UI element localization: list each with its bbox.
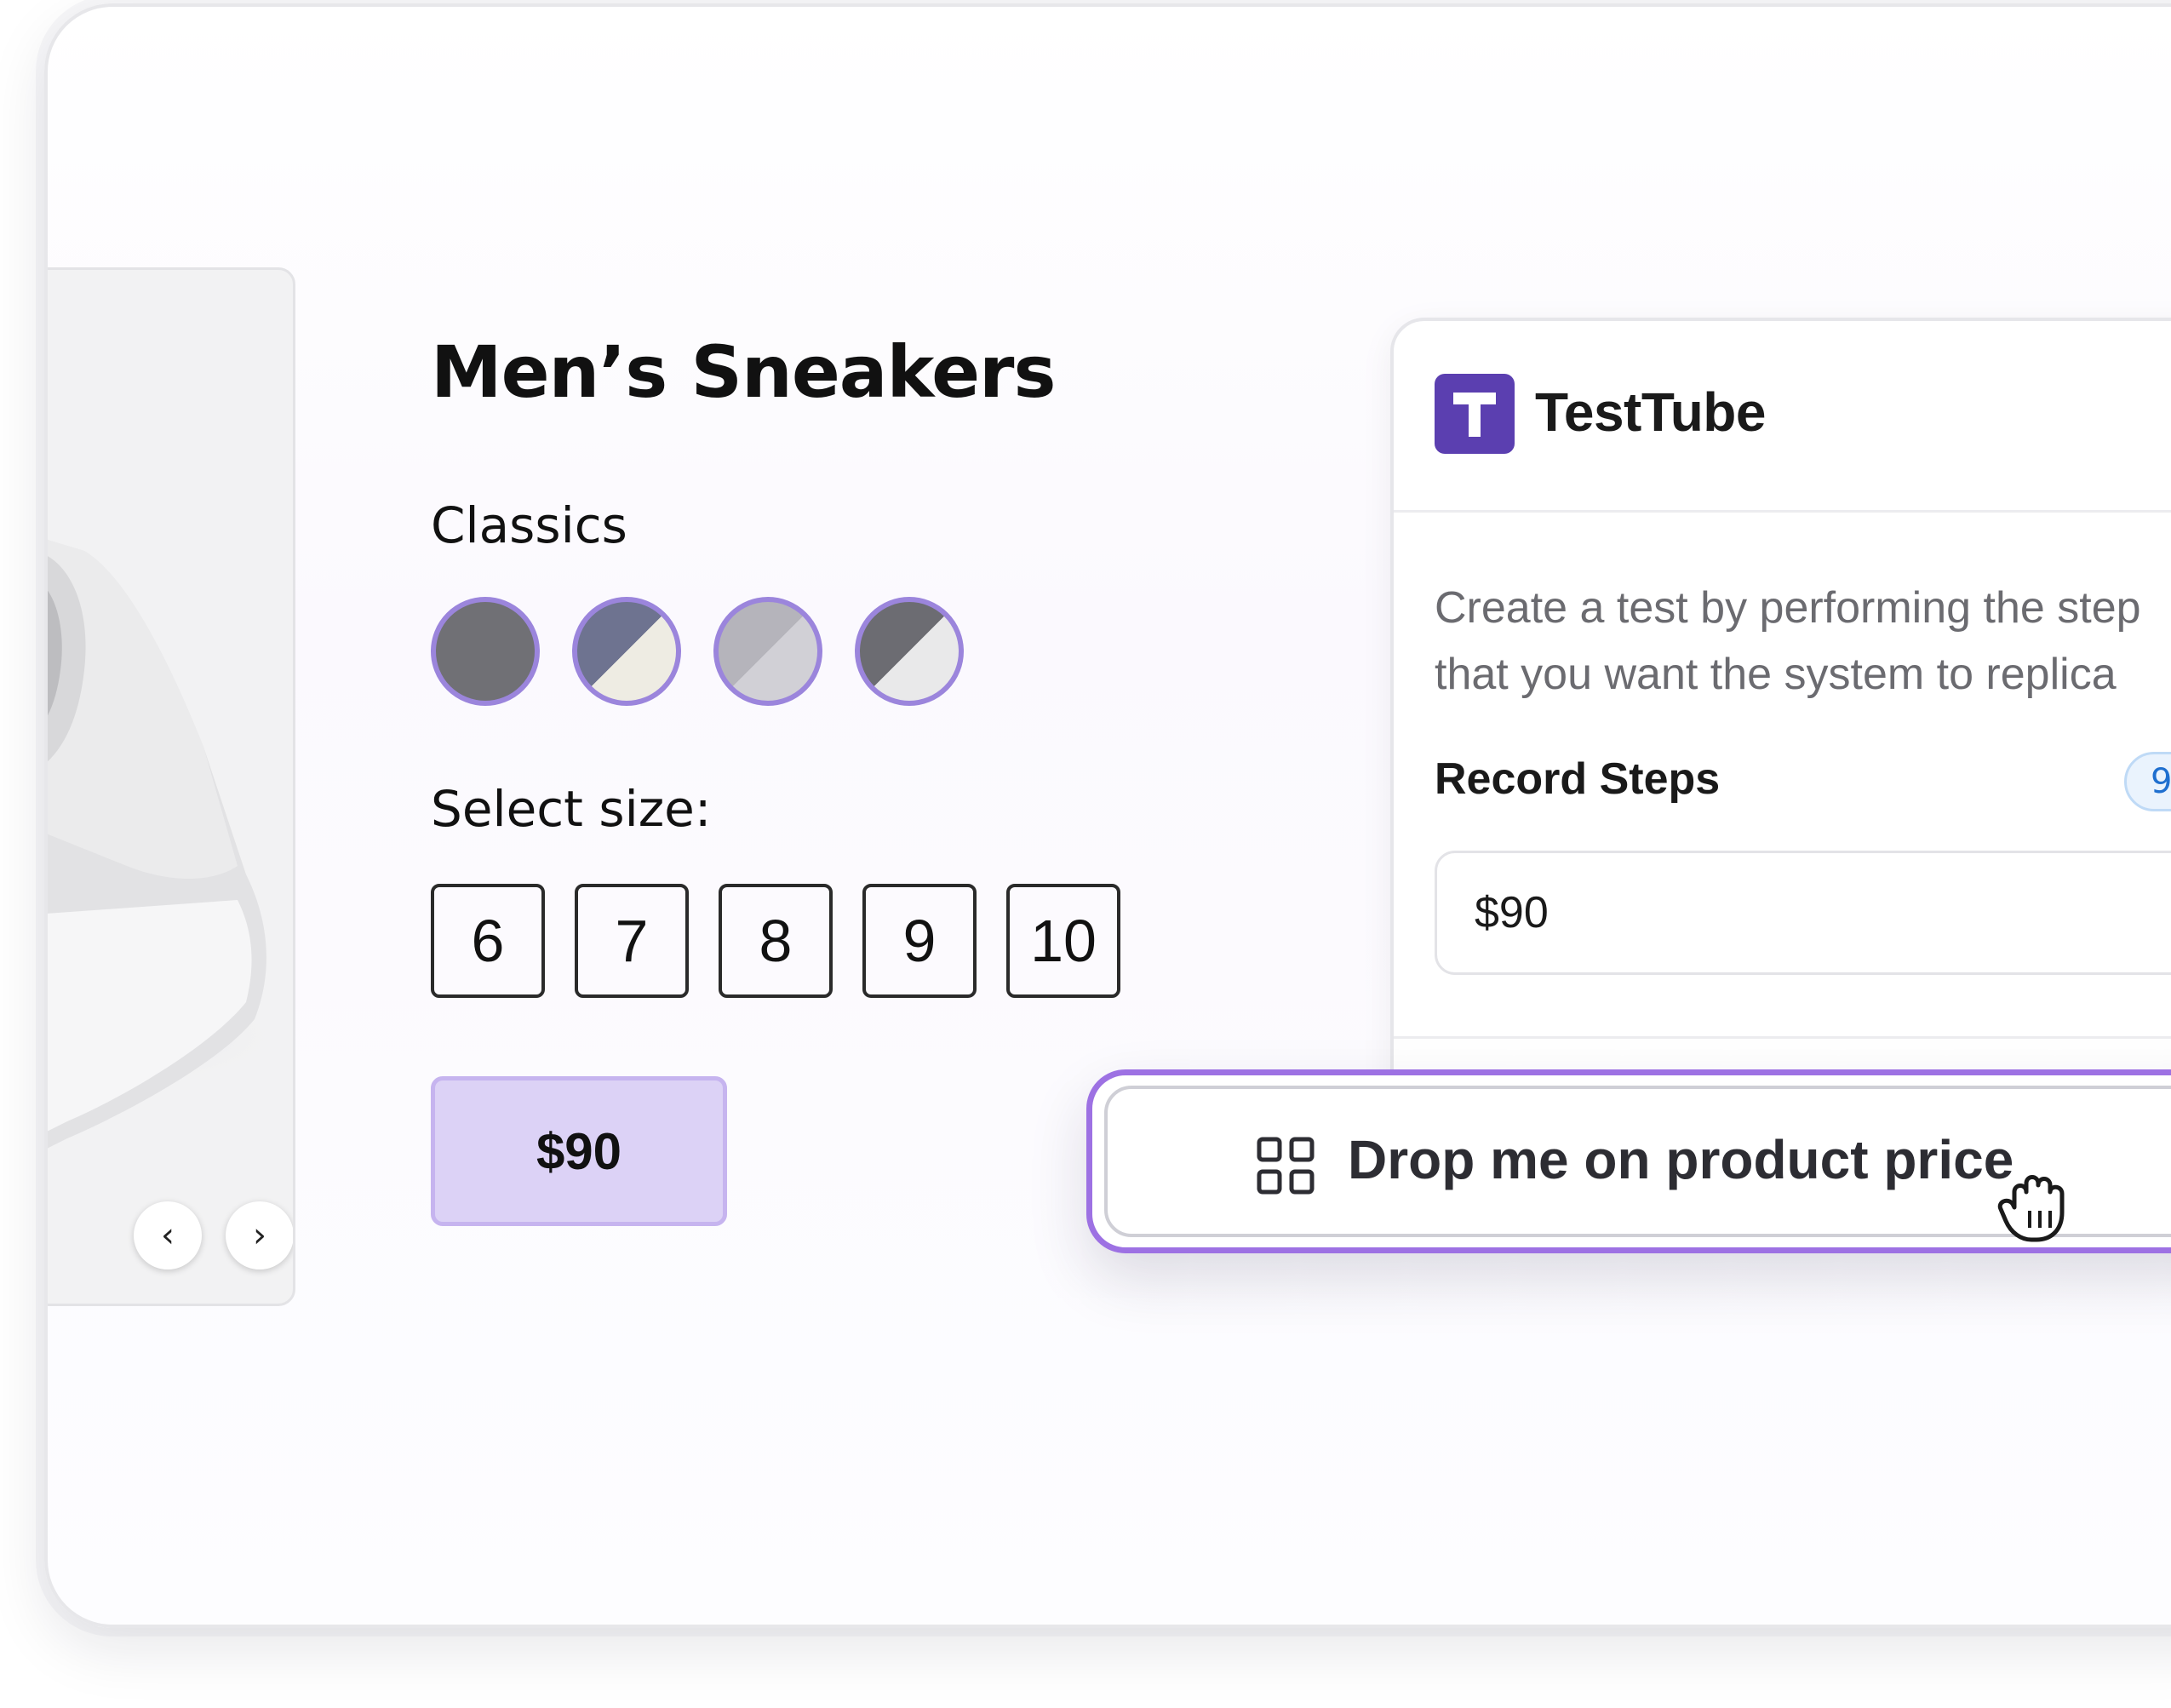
chevron-right-icon: › — [253, 1216, 266, 1255]
sneaker-image — [48, 540, 289, 1149]
description-line-2: that you want the system to replica — [1435, 650, 2117, 699]
drag-chip-label: Drop me on product price — [1348, 1129, 2014, 1190]
panel-description: Create a test by performing the step tha… — [1435, 575, 2171, 708]
collection-label: Classics — [431, 496, 627, 554]
browser-window: ‹ › Men’s Sneakers Classics Select size:… — [44, 3, 2171, 1628]
grid-icon — [1257, 1137, 1315, 1195]
color-swatch-slate-cream[interactable] — [572, 597, 681, 706]
record-steps-title: Record Steps — [1435, 754, 1721, 804]
size-option-10[interactable]: 10 — [1006, 884, 1120, 998]
page-canvas: ‹ › Men’s Sneakers Classics Select size:… — [48, 7, 2171, 1625]
next-image-button[interactable]: › — [226, 1201, 293, 1270]
size-option-8[interactable]: 8 — [719, 884, 833, 998]
brand-name: TestTube — [1535, 381, 1766, 443]
prev-image-button[interactable]: ‹ — [134, 1201, 202, 1270]
testtube-logo-icon — [1435, 374, 1515, 454]
description-line-1: Create a test by performing the step — [1435, 583, 2141, 633]
color-swatch-light-gray[interactable] — [713, 597, 822, 706]
size-option-6[interactable]: 6 — [431, 884, 545, 998]
testtube-panel: TestTube Create a test by performing the… — [1390, 318, 2171, 1142]
grab-hand-icon — [1997, 1175, 2065, 1242]
product-title: Men’s Sneakers — [431, 330, 1056, 414]
product-image-card: ‹ › — [48, 267, 295, 1306]
color-swatch-charcoal-white[interactable] — [855, 597, 964, 706]
steps-count-badge: 9 — [2124, 752, 2171, 811]
color-swatch-solid-dark-gray[interactable] — [431, 597, 540, 706]
recorded-step-field[interactable]: $90 — [1435, 851, 2171, 975]
size-option-9[interactable]: 9 — [862, 884, 977, 998]
size-label: Select size: — [431, 780, 712, 838]
panel-divider — [1394, 510, 2171, 513]
size-option-7[interactable]: 7 — [575, 884, 689, 998]
panel-divider-bottom — [1394, 1036, 2171, 1039]
chevron-left-icon: ‹ — [161, 1216, 175, 1255]
product-price[interactable]: $90 — [431, 1076, 727, 1226]
